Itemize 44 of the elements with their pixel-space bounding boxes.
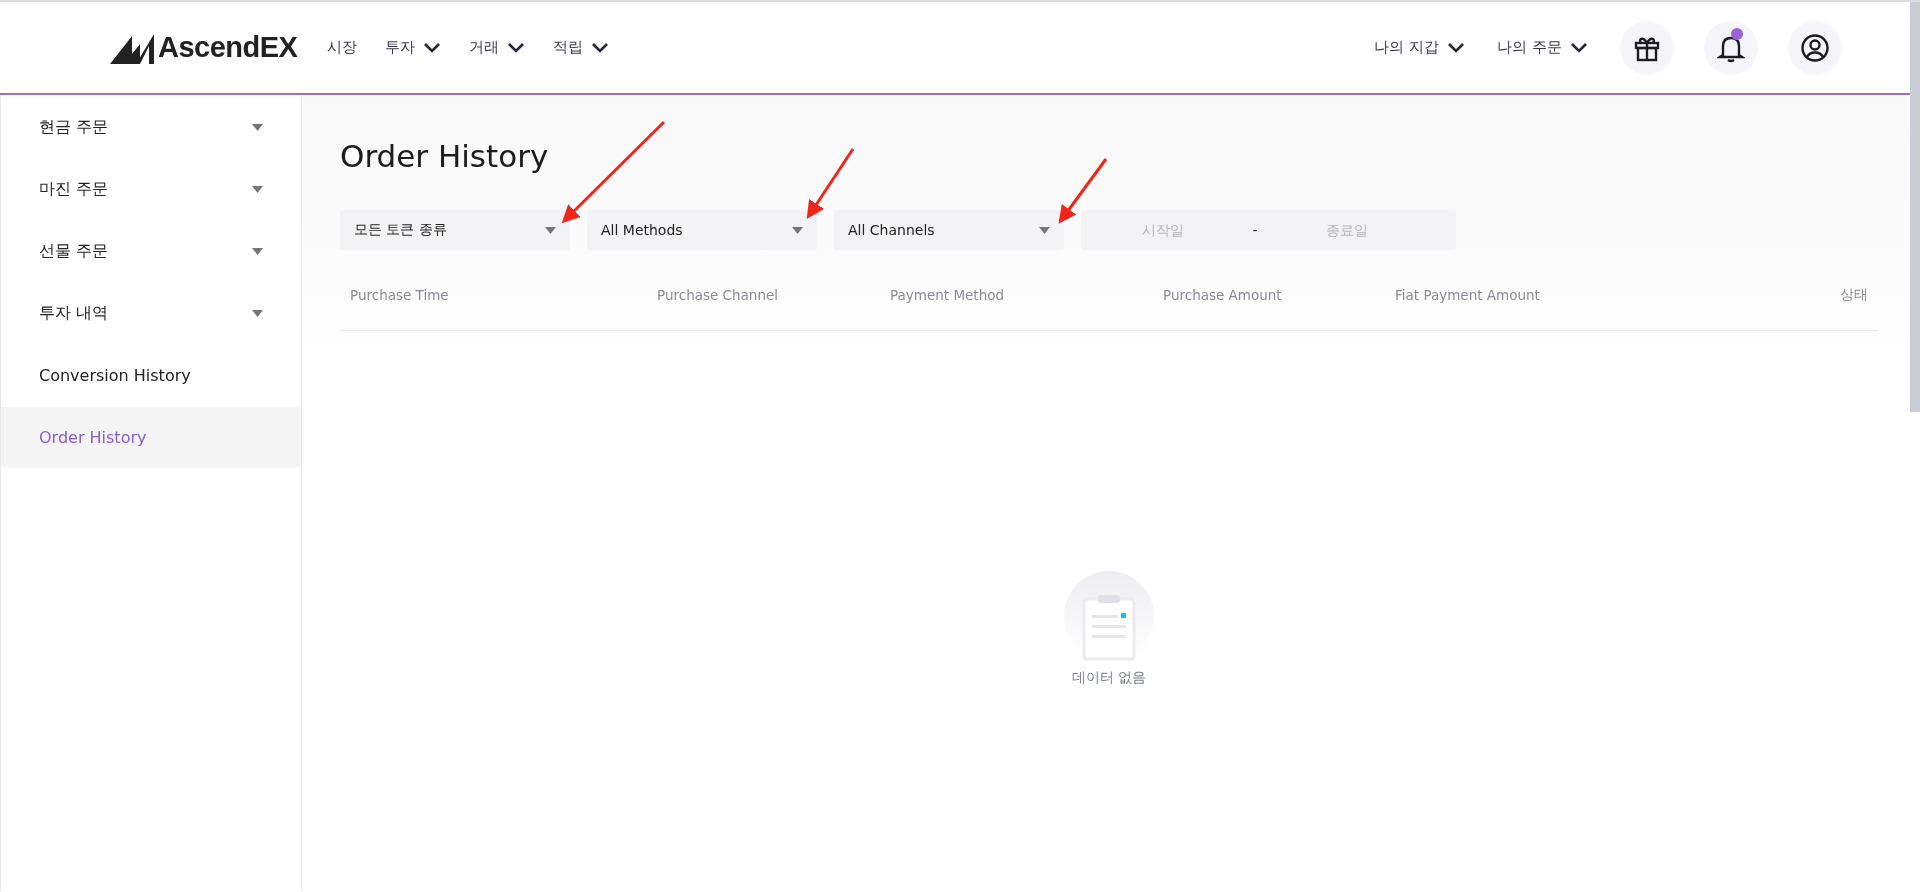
nav-menu[interactable]: 투자: [385, 38, 442, 57]
nav-menu[interactable]: 적립: [553, 38, 610, 57]
sidebar-item[interactable]: Order History: [1, 407, 301, 467]
logo[interactable]: AscendEX: [110, 31, 298, 64]
chevron-down-icon: [1447, 41, 1466, 54]
page-title: Order History: [340, 138, 550, 174]
column-header: Purchase Amount: [1163, 287, 1283, 303]
sidebar-item[interactable]: 현금 주문: [1, 97, 301, 157]
caret-down-icon: [252, 309, 263, 317]
annotation-arrow: [806, 148, 855, 219]
nav-menu[interactable]: 시장: [327, 38, 358, 57]
empty-clipboard-icon: [1064, 571, 1154, 661]
chevron-down-icon: [507, 41, 526, 54]
account-menu[interactable]: 나의 주문: [1497, 38, 1588, 57]
annotation-arrow: [1058, 158, 1108, 224]
caret-down-icon: [252, 123, 263, 131]
start-date-input[interactable]: 시작일: [1081, 221, 1245, 239]
chevron-down-icon: [423, 41, 442, 54]
column-header: Payment Method: [890, 287, 1006, 303]
empty-message: 데이터 없음: [1071, 669, 1147, 687]
scrollbar[interactable]: [1910, 2, 1920, 412]
filter-dropdown[interactable]: All Methods: [587, 210, 817, 250]
caret-down-icon: [792, 226, 803, 234]
chevron-down-icon: [1570, 41, 1588, 54]
column-header: Fiat Payment Amount: [1395, 287, 1541, 303]
sidebar-item[interactable]: Conversion History: [1, 345, 301, 405]
sidebar-item[interactable]: 선물 주문: [1, 221, 301, 281]
column-header: Purchase Channel: [657, 287, 780, 303]
column-header: Purchase Time: [350, 287, 450, 303]
chevron-down-icon: [591, 41, 610, 54]
filter-dropdown[interactable]: 모든 토큰 종류: [340, 210, 570, 250]
caret-down-icon: [252, 247, 263, 255]
nav-menu[interactable]: 거래: [469, 38, 526, 57]
filter-dropdown[interactable]: All Channels: [834, 210, 1064, 250]
caret-down-icon: [252, 185, 263, 193]
date-separator: -: [1251, 222, 1259, 238]
caret-down-icon: [545, 226, 556, 234]
user-icon: [1800, 32, 1830, 63]
end-date-input[interactable]: 종료일: [1265, 221, 1429, 239]
caret-down-icon: [1039, 226, 1050, 234]
sidebar-item[interactable]: 마진 주문: [1, 159, 301, 219]
column-header: 상태: [1839, 286, 1868, 304]
sidebar-item[interactable]: 투자 내역: [1, 283, 301, 343]
account-menu[interactable]: 나의 지갑: [1374, 38, 1466, 57]
